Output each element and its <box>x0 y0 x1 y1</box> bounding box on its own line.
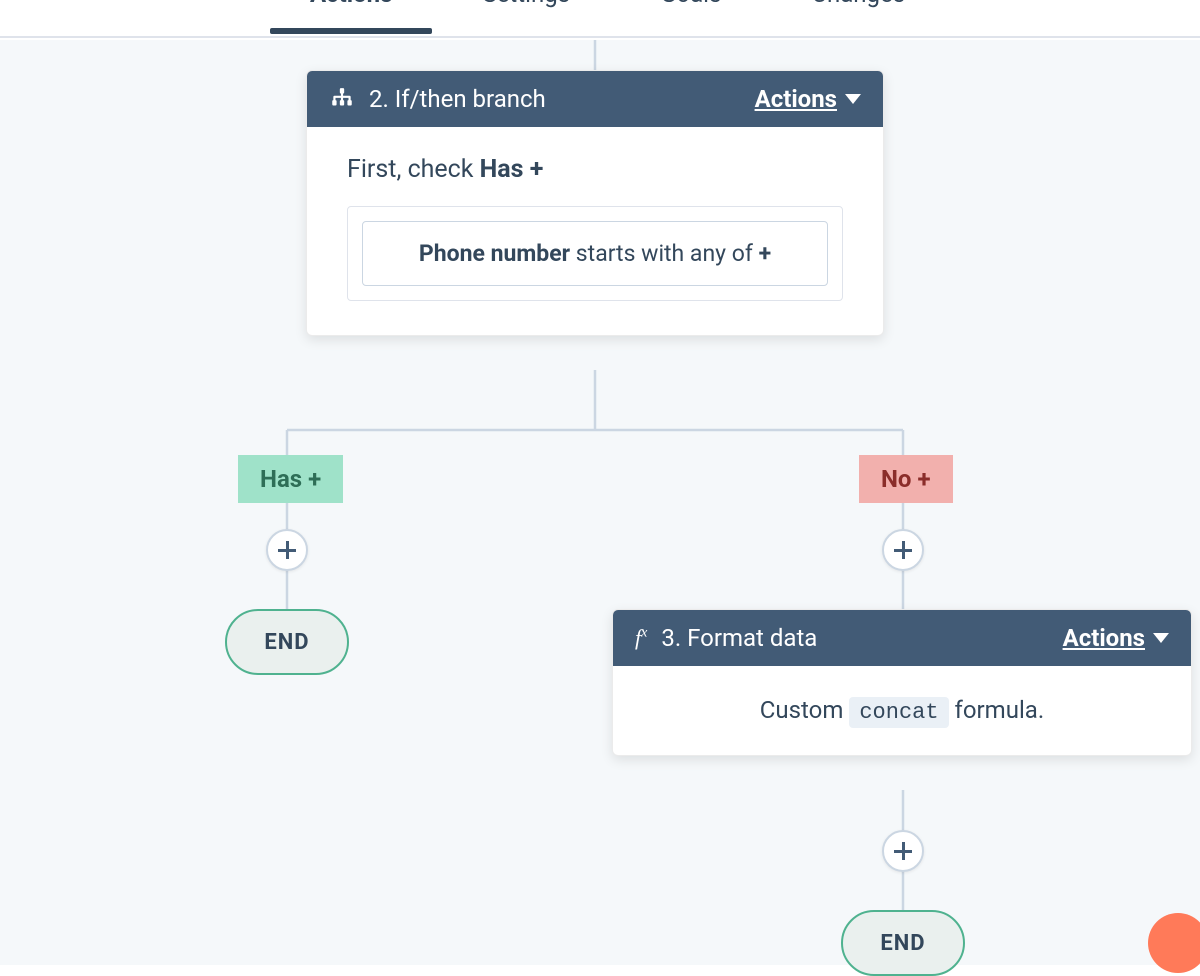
format-body-code: concat <box>849 697 948 728</box>
add-action-button-left[interactable] <box>266 529 308 571</box>
fx-icon: fx <box>635 625 647 651</box>
end-node-right[interactable]: END <box>841 910 965 976</box>
actions-label: Actions <box>755 85 837 113</box>
format-body-prefix: Custom <box>760 696 850 724</box>
tab-settings[interactable]: Settings <box>482 0 570 6</box>
branch-card-actions-menu[interactable]: Actions <box>755 85 861 113</box>
format-body-suffix: formula. <box>955 696 1045 724</box>
chevron-down-icon <box>1153 633 1169 643</box>
end-node-left[interactable]: END <box>225 609 349 675</box>
add-action-button-right[interactable] <box>882 529 924 571</box>
sitemap-icon <box>329 86 355 112</box>
branch-check-name: Has + <box>480 155 544 184</box>
add-action-button-after-format[interactable] <box>882 830 924 872</box>
workflow-canvas[interactable]: 2. If/then branch Actions First, check H… <box>0 40 1200 965</box>
filter-group[interactable]: Phone number starts with any of + <box>347 206 843 301</box>
filter-value: + <box>759 240 772 267</box>
filter-operator: starts with any of <box>570 240 758 267</box>
format-card-title: 3. Format data <box>661 624 817 652</box>
branch-card-title: 2. If/then branch <box>369 85 546 113</box>
tab-bar: Actions Settings Goals Changes <box>0 0 1200 38</box>
format-card-actions-menu[interactable]: Actions <box>1063 624 1169 652</box>
filter-condition[interactable]: Phone number starts with any of + <box>362 221 828 286</box>
branch-check-prefix: First, check <box>347 155 480 184</box>
branch-card-header: 2. If/then branch Actions <box>307 71 883 127</box>
branch-check-line: First, check Has + <box>347 155 843 184</box>
help-beacon[interactable] <box>1148 913 1200 973</box>
branch-card[interactable]: 2. If/then branch Actions First, check H… <box>306 70 884 336</box>
filter-field: Phone number <box>419 240 570 267</box>
format-card-header: fx 3. Format data Actions <box>613 610 1191 666</box>
tab-actions[interactable]: Actions <box>310 0 392 6</box>
branch-card-body: First, check Has + Phone number starts w… <box>307 127 883 335</box>
tab-goals[interactable]: Goals <box>660 0 721 6</box>
actions-label: Actions <box>1063 624 1145 652</box>
chevron-down-icon <box>845 94 861 104</box>
tab-changes[interactable]: Changes <box>811 0 905 6</box>
format-data-card[interactable]: fx 3. Format data Actions Custom concat … <box>612 609 1192 756</box>
format-card-body: Custom concat formula. <box>613 666 1191 755</box>
branch-label-no[interactable]: No + <box>859 455 953 503</box>
branch-label-has[interactable]: Has + <box>238 455 343 503</box>
